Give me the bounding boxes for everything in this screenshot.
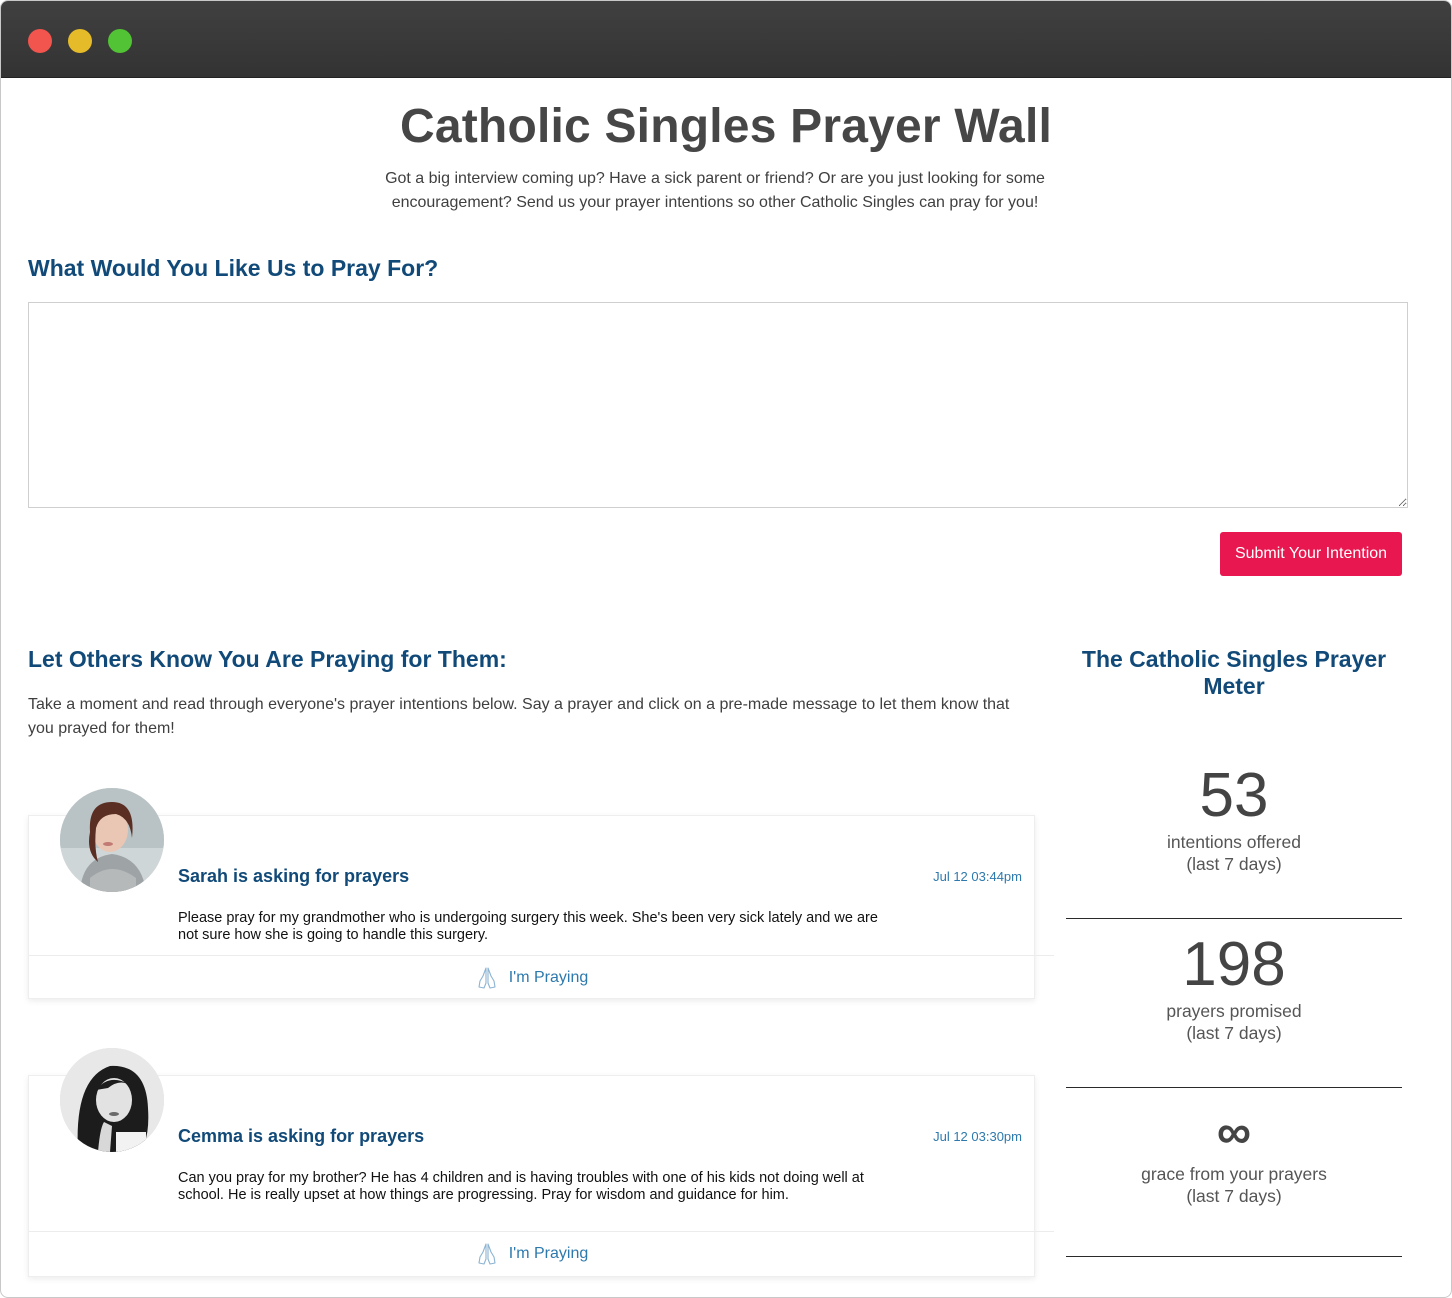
intention-card: Cemma is asking for prayers Jul 12 03:30…: [28, 1048, 1054, 1277]
im-praying-label: I'm Praying: [508, 1245, 589, 1262]
minimize-window-button[interactable]: [68, 29, 92, 53]
avatar: [60, 1048, 164, 1152]
im-praying-button[interactable]: I'm Praying: [29, 956, 1034, 1000]
praying-hands-icon: [478, 967, 496, 989]
browser-window: Catholic Singles Prayer Wall Got a big i…: [0, 0, 1452, 1298]
maximize-window-button[interactable]: [108, 29, 132, 53]
stat-label: intentions offered: [1167, 832, 1301, 852]
page-title: Catholic Singles Prayer Wall: [399, 100, 1053, 153]
prayers-promised-stat: 198 prayers promised (last 7 days): [1066, 930, 1402, 1088]
stat-period: (last 7 days): [1186, 1186, 1282, 1206]
praying-for-others-heading: Let Others Know You Are Praying for Them…: [28, 646, 507, 672]
stat-period: (last 7 days): [1186, 854, 1282, 874]
intention-author-line: Cemma is asking for prayers: [178, 1126, 425, 1146]
stat-label: grace from your prayers: [1141, 1164, 1327, 1184]
infinity-icon: ∞: [1216, 1106, 1252, 1159]
prayer-intention-textarea[interactable]: [28, 302, 1408, 508]
intentions-offered-stat: 53 intentions offered (last 7 days): [1066, 761, 1402, 919]
intention-date: Jul 12 03:44pm: [933, 869, 1022, 884]
prayer-request-heading: What Would You Like Us to Pray For?: [28, 255, 439, 281]
avatar-photo-icon: [60, 788, 164, 892]
close-window-button[interactable]: [28, 29, 52, 53]
intention-card: Sarah is asking for prayers Jul 12 03:44…: [28, 788, 1054, 1000]
intention-author-line: Sarah is asking for prayers: [178, 866, 410, 886]
im-praying-label: I'm Praying: [508, 969, 589, 986]
stat-value: 198: [1182, 930, 1286, 999]
prayer-meter-title: The Catholic Singles Prayer Meter: [1081, 646, 1387, 699]
praying-hands-icon: [478, 1243, 496, 1265]
praying-for-others-description: Take a moment and read through everyone'…: [28, 696, 1010, 737]
stat-value: 53: [1199, 761, 1269, 830]
page-intro: Got a big interview coming up? Have a si…: [385, 170, 1045, 211]
submit-intention-button[interactable]: Submit Your Intention: [1220, 532, 1402, 576]
avatar: [60, 788, 164, 892]
grace-stat: ∞ grace from your prayers (last 7 days): [1066, 1103, 1402, 1257]
intention-message: Can you pray for my brother? He has 4 ch…: [178, 1170, 864, 1203]
stat-period: (last 7 days): [1186, 1023, 1282, 1043]
window-titlebar: [1, 1, 1451, 78]
stat-label: prayers promised: [1166, 1001, 1302, 1021]
intention-message: Please pray for my grandmother who is un…: [178, 910, 878, 943]
intention-date: Jul 12 03:30pm: [933, 1129, 1022, 1144]
im-praying-button[interactable]: I'm Praying: [29, 1232, 1034, 1276]
avatar-photo-icon: [60, 1048, 164, 1152]
